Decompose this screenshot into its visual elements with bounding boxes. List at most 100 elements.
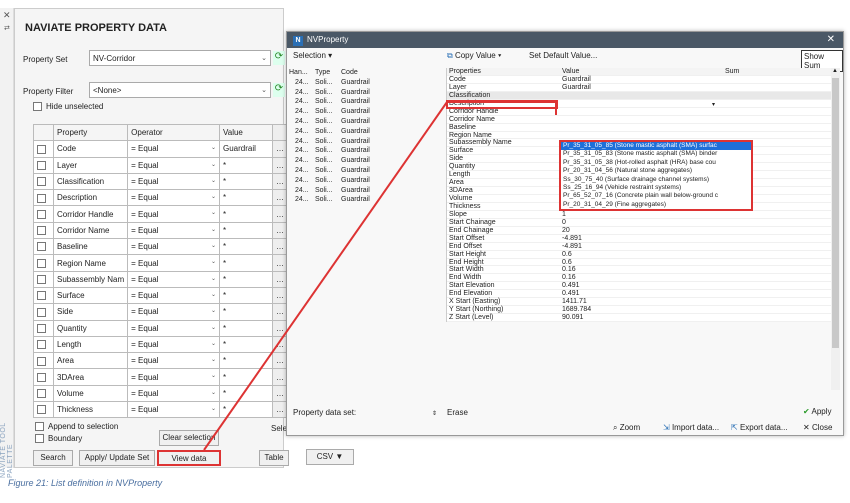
property-row[interactable]: Layer = Equal ⌄ * … — [33, 156, 289, 174]
refresh-icon[interactable]: ⟳ — [273, 51, 285, 65]
close-icon[interactable]: ✕ — [827, 32, 835, 48]
property-row[interactable]: Corridor Handle = Equal ⌄ * … — [33, 205, 289, 223]
value-cell[interactable]: * — [219, 401, 273, 419]
object-row[interactable]: 24... Soli... Guardrail — [289, 166, 439, 176]
property-value[interactable]: 0.491 — [562, 290, 580, 298]
property-row[interactable]: Code = Equal ⌄ Guardrail … — [33, 140, 289, 158]
checkbox-box[interactable] — [37, 356, 46, 366]
import-data-button[interactable]: ⇲ Import data... — [663, 423, 719, 432]
property-value[interactable]: -4.891 — [562, 235, 582, 243]
property-value[interactable]: 0.16 — [562, 274, 576, 282]
property-row[interactable]: Description = Equal ⌄ * … — [33, 189, 289, 207]
append-selection-checkbox[interactable]: Append to selection — [35, 422, 118, 432]
property-filter-select[interactable]: <None> ⌄ — [89, 82, 271, 98]
object-row[interactable]: 24... Soli... Guardrail — [289, 97, 439, 107]
property-grid-row[interactable]: Start Width 0.16 — [447, 266, 832, 275]
row-checkbox[interactable] — [33, 140, 54, 158]
export-data-button[interactable]: ⇱ Export data... — [731, 423, 788, 432]
object-row[interactable]: 24... Soli... Guardrail — [289, 117, 439, 127]
property-grid-row[interactable]: Corridor Name — [447, 116, 832, 124]
close-icon[interactable]: ✕ — [3, 10, 11, 21]
property-row[interactable]: Classification = Equal ⌄ * … — [33, 172, 289, 191]
operator-select[interactable]: = Equal ⌄ — [127, 205, 220, 223]
operator-select[interactable]: = Equal ⌄ — [127, 319, 220, 337]
property-row[interactable]: Quantity = Equal ⌄ * … — [33, 319, 289, 337]
checkbox-box[interactable] — [37, 226, 46, 236]
object-row[interactable]: 24... Soli... Guardrail — [289, 156, 439, 166]
value-cell[interactable]: * — [219, 238, 273, 256]
operator-select[interactable]: = Equal ⌄ — [127, 352, 220, 370]
object-row[interactable]: 24... Soli... Guardrail — [289, 137, 439, 147]
operator-select[interactable]: = Equal ⌄ — [127, 384, 220, 403]
property-grid-row[interactable]: Start Elevation 0.491 — [447, 282, 832, 291]
checkbox-box[interactable] — [37, 242, 46, 252]
property-value[interactable]: 0 — [562, 219, 566, 227]
operator-select[interactable]: = Equal ⌄ — [127, 238, 220, 256]
row-checkbox[interactable] — [33, 221, 54, 240]
property-value[interactable]: -4.891 — [562, 243, 582, 251]
search-button[interactable]: Search — [33, 450, 73, 466]
checkbox-box[interactable] — [37, 307, 46, 317]
value-cell[interactable]: * — [219, 303, 273, 321]
property-grid-row[interactable]: Start Height 0.6 — [447, 251, 832, 259]
property-grid-row[interactable]: Code Guardrail — [447, 76, 832, 84]
set-default-value-button[interactable]: Set Default Value... — [529, 51, 597, 60]
property-grid-row[interactable]: X Start (Easting) 1411.71 — [447, 298, 832, 307]
value-cell[interactable]: * — [219, 172, 273, 191]
property-value[interactable]: 1411.71 — [562, 298, 587, 306]
value-cell[interactable]: * — [219, 335, 273, 354]
property-row[interactable]: Subassembly Nam = Equal ⌄ * … — [33, 270, 289, 288]
view-data-button[interactable]: View data — [157, 450, 221, 466]
operator-select[interactable]: = Equal ⌄ — [127, 156, 220, 174]
value-cell[interactable]: * — [219, 156, 273, 174]
classification-option[interactable]: Pr_20_31_04_56 (Natural stone aggregates… — [561, 167, 751, 175]
property-grid-row[interactable]: Start Chainage 0 — [447, 219, 832, 227]
classification-option[interactable]: Pr_35_31_05_38 (Hot-rolled asphalt (HRA)… — [561, 159, 751, 167]
property-row[interactable]: Baseline = Equal ⌄ * … — [33, 238, 289, 256]
checkbox-box[interactable] — [37, 193, 46, 203]
property-row[interactable]: Surface = Equal ⌄ * … — [33, 286, 289, 305]
checkbox-box[interactable] — [37, 389, 46, 399]
row-checkbox[interactable] — [33, 156, 54, 174]
expand-icon[interactable]: ⇕ — [432, 410, 437, 417]
value-cell[interactable]: * — [219, 384, 273, 403]
classification-dropdown[interactable]: Pr_35_31_05_85 (Stone mastic asphalt (SM… — [559, 140, 753, 212]
checkbox-box[interactable] — [33, 102, 42, 112]
object-row[interactable]: 24... Soli... Guardrail — [289, 107, 439, 117]
classification-option[interactable]: Ss_30_75_40 (Surface drainage channel sy… — [561, 176, 751, 184]
value-cell[interactable]: Guardrail — [219, 140, 273, 158]
property-grid-row[interactable]: Baseline — [447, 124, 832, 132]
row-checkbox[interactable] — [33, 384, 54, 403]
property-value[interactable]: Guardrail — [562, 84, 591, 92]
close-button[interactable]: ✕ Close — [803, 423, 832, 432]
property-row[interactable]: Region Name = Equal ⌄ * … — [33, 254, 289, 272]
property-row[interactable]: Side = Equal ⌄ * … — [33, 303, 289, 321]
csv-select[interactable]: CSV ▼ — [306, 449, 354, 465]
caret-down-icon[interactable]: ▾ — [712, 101, 715, 108]
property-grid-row[interactable]: End Width 0.16 — [447, 274, 832, 283]
row-checkbox[interactable] — [33, 172, 54, 191]
operator-select[interactable]: = Equal ⌄ — [127, 189, 220, 207]
checkbox-box[interactable] — [37, 177, 46, 187]
property-value[interactable]: 0.16 — [562, 266, 576, 274]
property-value[interactable]: 0.491 — [562, 282, 580, 290]
scrollbar-thumb[interactable] — [832, 78, 839, 348]
row-checkbox[interactable] — [33, 270, 54, 288]
checkbox-box[interactable] — [35, 434, 44, 444]
object-row[interactable]: 24... Soli... Guardrail — [289, 78, 439, 88]
object-row[interactable]: 24... Soli... Guardrail — [289, 146, 439, 156]
operator-select[interactable]: = Equal ⌄ — [127, 254, 220, 272]
value-cell[interactable]: * — [219, 368, 273, 386]
checkbox-box[interactable] — [37, 405, 46, 415]
value-cell[interactable]: * — [219, 205, 273, 223]
property-grid-row[interactable]: End Chainage 20 — [447, 227, 832, 235]
checkbox-box[interactable] — [37, 209, 46, 219]
row-checkbox[interactable] — [33, 335, 54, 354]
row-checkbox[interactable] — [33, 189, 54, 207]
object-row[interactable]: 24... Soli... Guardrail — [289, 176, 439, 186]
pin-icon[interactable]: ⇄ — [4, 24, 10, 32]
checkbox-box[interactable] — [37, 144, 46, 154]
value-cell[interactable]: * — [219, 319, 273, 337]
row-checkbox[interactable] — [33, 368, 54, 386]
classification-option[interactable]: Ss_25_16_94 (Vehicle restraint systems) — [561, 184, 751, 192]
